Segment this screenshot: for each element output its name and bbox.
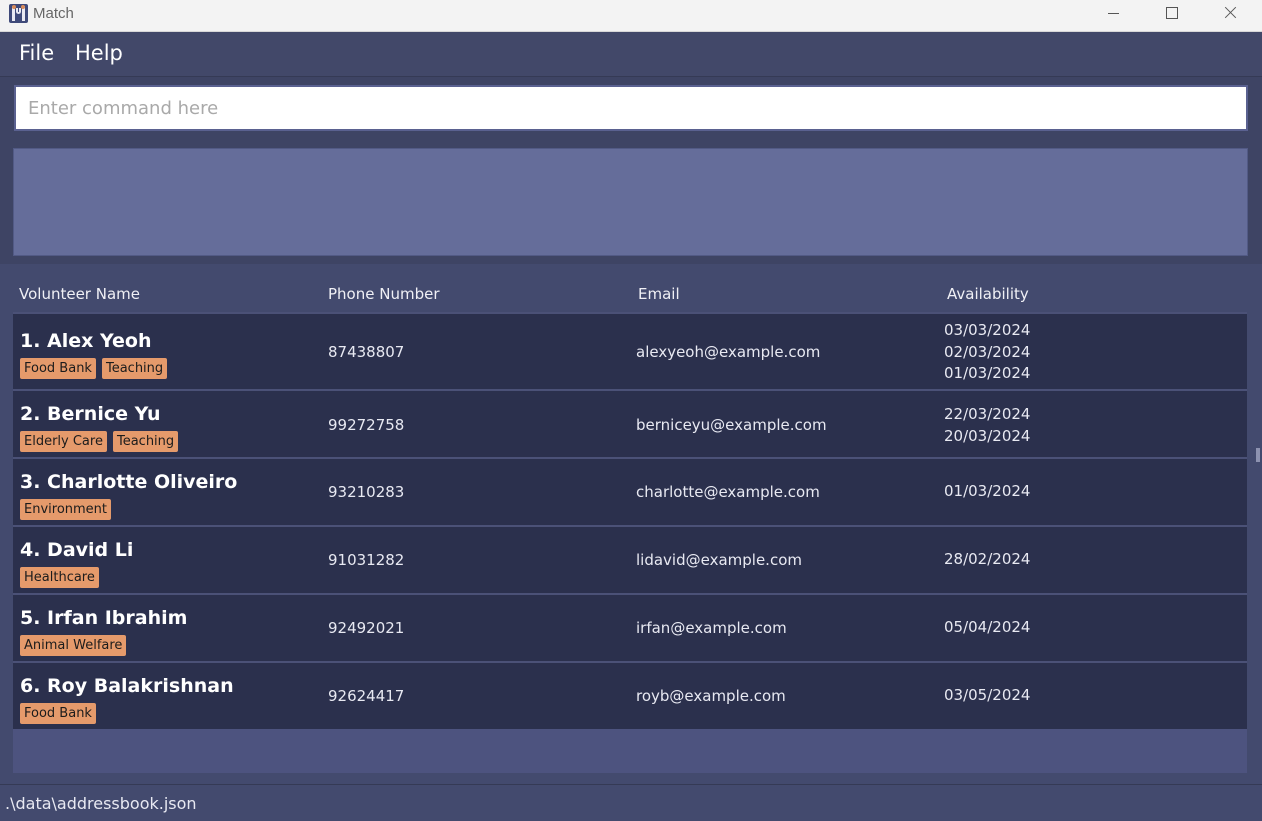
tag: Teaching — [101, 358, 168, 379]
person-phone: 87438807 — [328, 343, 405, 361]
person-phone: 91031282 — [328, 551, 405, 569]
minimize-button[interactable] — [1090, 0, 1136, 31]
person-availability: 03/05/2024 — [944, 685, 1030, 707]
tag: Teaching — [112, 431, 179, 452]
tag-list: Food Bank — [20, 703, 96, 724]
availability-date: 28/02/2024 — [944, 550, 1031, 568]
person-name: 6. Roy Balakrishnan — [20, 675, 234, 697]
tag: Healthcare — [20, 567, 99, 588]
menu-help[interactable]: Help — [75, 41, 123, 65]
availability-date: 03/05/2024 — [944, 686, 1031, 704]
volunteer-list-panel: Volunteer Name Phone Number Email Availa… — [0, 264, 1262, 784]
list-item[interactable]: 6. Roy Balakrishnan Food Bank 92624417 r… — [13, 661, 1247, 729]
tag: Animal Welfare — [20, 635, 127, 656]
tag-list: Animal Welfare — [20, 635, 127, 656]
person-name: 3. Charlotte Oliveiro — [20, 471, 238, 493]
availability-date: 22/03/2024 — [944, 405, 1031, 423]
list-item[interactable]: 1. Alex Yeoh Food Bank Teaching 87438807… — [13, 312, 1247, 390]
app-logo-icon — [9, 4, 28, 23]
tag: Environment — [20, 499, 112, 520]
availability-date: 01/03/2024 — [944, 364, 1031, 382]
person-phone: 92624417 — [328, 687, 405, 705]
person-name: 2. Bernice Yu — [20, 403, 161, 425]
list-item[interactable]: 3. Charlotte Oliveiro Environment 932102… — [13, 457, 1247, 526]
tag: Food Bank — [20, 703, 96, 724]
volunteer-list[interactable]: 1. Alex Yeoh Food Bank Teaching 87438807… — [13, 312, 1247, 773]
person-email: berniceyu@example.com — [636, 416, 827, 434]
person-phone: 93210283 — [328, 483, 405, 501]
person-email: lidavid@example.com — [636, 551, 802, 569]
menu-file[interactable]: File — [19, 41, 54, 65]
availability-date: 03/03/2024 — [944, 321, 1031, 339]
menu-bar: File Help — [0, 32, 1262, 77]
list-item[interactable]: 2. Bernice Yu Elderly Care Teaching 9927… — [13, 389, 1247, 458]
maximize-button[interactable] — [1149, 0, 1195, 31]
person-availability: 22/03/2024 20/03/2024 — [944, 404, 1030, 447]
person-email: royb@example.com — [636, 687, 786, 705]
title-bar: Match — [0, 0, 1262, 32]
column-header-phone: Phone Number — [328, 285, 440, 303]
result-display-container — [0, 139, 1262, 264]
person-email: irfan@example.com — [636, 619, 787, 637]
availability-date: 02/03/2024 — [944, 342, 1031, 361]
result-display — [13, 148, 1248, 256]
minimize-icon — [1108, 13, 1119, 14]
tag-list: Food Bank Teaching — [20, 358, 168, 379]
command-input[interactable] — [14, 85, 1248, 131]
column-header-name: Volunteer Name — [19, 285, 140, 303]
person-name: 1. Alex Yeoh — [20, 330, 152, 352]
person-name: 4. David Li — [20, 539, 134, 561]
person-email: alexyeoh@example.com — [636, 343, 821, 361]
window-title: Match — [33, 5, 74, 22]
person-email: charlotte@example.com — [636, 483, 820, 501]
availability-date: 01/03/2024 — [944, 482, 1031, 500]
tag: Elderly Care — [20, 431, 107, 452]
scrollbar-thumb[interactable] — [1256, 448, 1260, 462]
tag-list: Healthcare — [20, 567, 99, 588]
list-item[interactable]: 4. David Li Healthcare 91031282 lidavid@… — [13, 525, 1247, 594]
column-header-availability: Availability — [947, 285, 1029, 303]
person-availability: 28/02/2024 — [944, 549, 1030, 571]
tag: Food Bank — [20, 358, 96, 379]
column-header-email: Email — [638, 285, 680, 303]
status-bar: .\data\addressbook.json — [0, 784, 1262, 821]
person-availability: 03/03/2024 02/03/2024 01/03/2024 — [944, 320, 1030, 385]
availability-date: 05/04/2024 — [944, 618, 1031, 636]
command-box-container — [0, 77, 1262, 139]
person-phone: 99272758 — [328, 416, 405, 434]
close-button[interactable] — [1208, 0, 1254, 31]
save-location-path: .\data\addressbook.json — [5, 794, 197, 813]
list-item[interactable]: 5. Irfan Ibrahim Animal Welfare 92492021… — [13, 593, 1247, 662]
person-name: 5. Irfan Ibrahim — [20, 607, 188, 629]
person-availability: 01/03/2024 — [944, 481, 1030, 503]
person-availability: 05/04/2024 — [944, 617, 1030, 639]
tag-list: Elderly Care Teaching — [20, 431, 179, 452]
maximize-icon — [1166, 7, 1178, 19]
tag-list: Environment — [20, 499, 112, 520]
person-phone: 92492021 — [328, 619, 405, 637]
availability-date: 20/03/2024 — [944, 426, 1031, 445]
